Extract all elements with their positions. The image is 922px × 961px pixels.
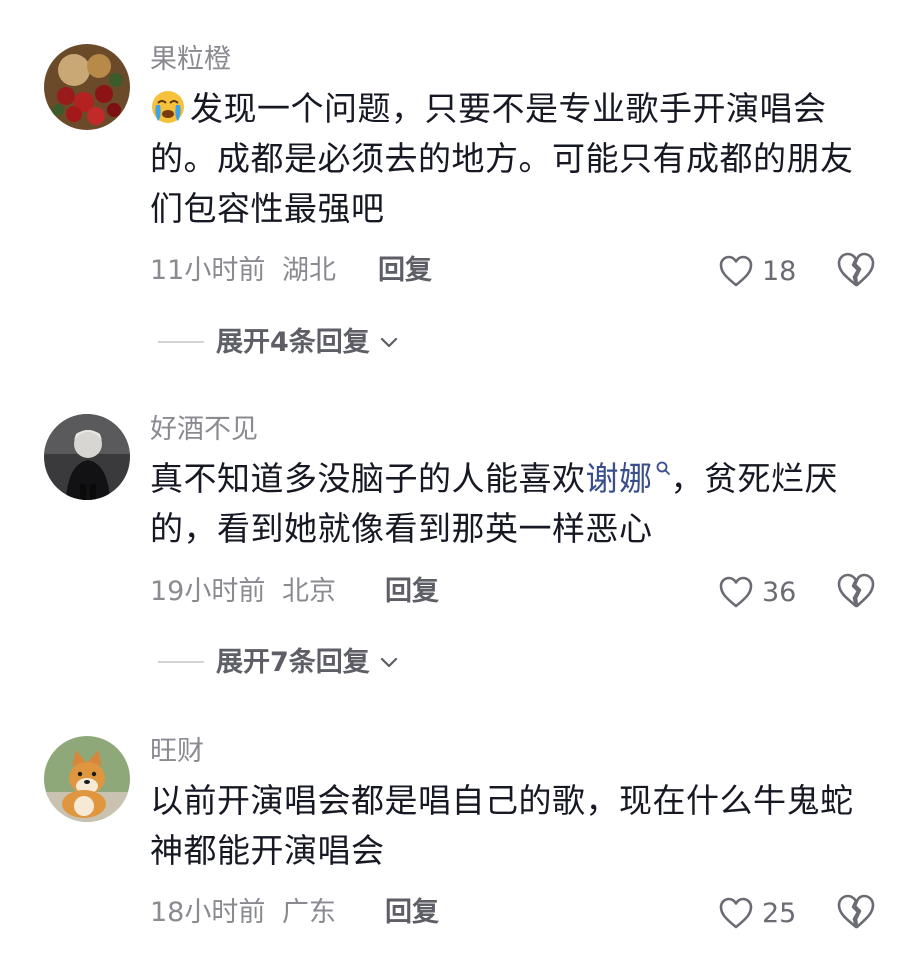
comment-meta: 18小时前 广东 [150, 899, 336, 926]
location: 广东 [281, 897, 336, 928]
avatar[interactable] [44, 736, 130, 822]
comment-item: 旺财 以前开演唱会都是唱自己的歌，现在什么牛鬼蛇神都能开演唱会 18小时前 广东… [0, 0, 922, 961]
avatar-image-dog [44, 736, 130, 822]
heart-outline-icon [719, 897, 753, 929]
comment-text-content: 以前开演唱会都是唱自己的歌，现在什么牛鬼蛇神都能开演唱会 [150, 781, 854, 870]
comment-text: 以前开演唱会都是唱自己的歌，现在什么牛鬼蛇神都能开演唱会 [150, 776, 878, 876]
username[interactable]: 旺财 [150, 738, 204, 765]
reply-button[interactable]: 回复 [385, 899, 439, 926]
dislike-button[interactable] [836, 893, 876, 933]
like-button[interactable]: 25 [718, 893, 796, 933]
broken-heart-icon [837, 894, 875, 929]
like-count: 25 [762, 897, 797, 929]
timestamp: 18小时前 [150, 897, 266, 928]
